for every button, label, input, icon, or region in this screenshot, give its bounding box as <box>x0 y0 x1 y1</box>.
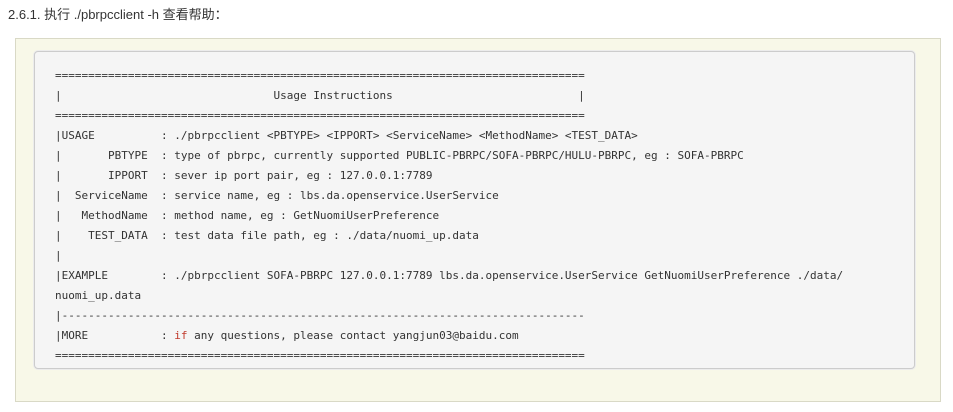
code-line-dash-separator: |---------------------------------------… <box>55 309 585 322</box>
code-line-empty: | <box>55 249 62 262</box>
code-line-pbtype: | PBTYPE : type of pbrpc, currently supp… <box>55 149 744 162</box>
more-suffix: any questions, please contact yangjun03@… <box>187 329 519 342</box>
code-line-ipport: | IPPORT : sever ip port pair, eg : 127.… <box>55 169 433 182</box>
code-line-title-separator: ========================================… <box>55 109 585 122</box>
code-line-bottom-separator: ========================================… <box>55 349 585 362</box>
code-line-example: |EXAMPLE : ./pbrpcclient SOFA-PBRPC 127.… <box>55 269 844 282</box>
code-line-servicename: | ServiceName : service name, eg : lbs.d… <box>55 189 499 202</box>
code-line-usage: |USAGE : ./pbrpcclient <PBTYPE> <IPPORT>… <box>55 129 638 142</box>
code-line-example-continuation: nuomi_up.data <box>55 289 142 302</box>
code-block: ========================================… <box>55 66 905 366</box>
more-prefix: |MORE : <box>55 329 175 342</box>
code-line-title: | Usage Instructions | <box>55 89 585 102</box>
more-keyword: if <box>174 329 188 342</box>
code-panel: ========================================… <box>34 51 915 369</box>
code-frame: ========================================… <box>15 38 941 402</box>
section-heading: 2.6.1. 执行 ./pbrpcclient -h 查看帮助： <box>8 7 228 22</box>
code-line-more: |MORE : if any questions, please contact… <box>55 326 905 346</box>
code-line-methodname: | MethodName : method name, eg : GetNuom… <box>55 209 440 222</box>
code-line-top-separator: ========================================… <box>55 69 585 82</box>
code-line-testdata: | TEST_DATA : test data file path, eg : … <box>55 229 479 242</box>
